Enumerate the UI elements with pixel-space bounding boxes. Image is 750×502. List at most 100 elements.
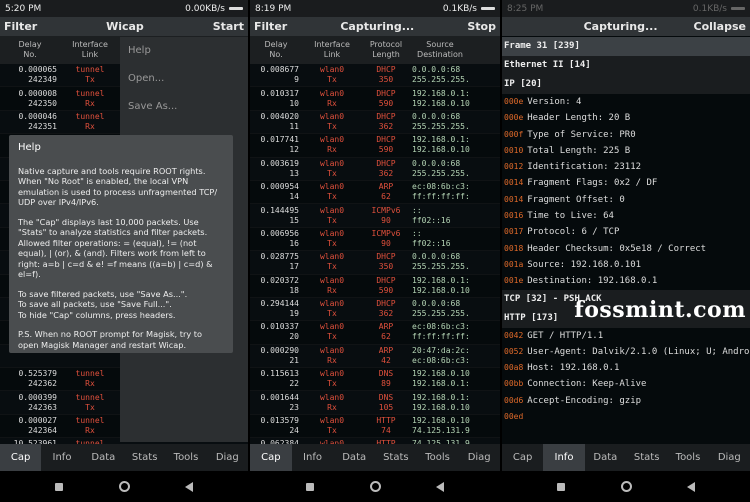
delay-cell: 0.144495 15 — [250, 206, 302, 226]
source-cell-line2: 255.255.255. — [412, 168, 470, 178]
tab-data[interactable]: Data — [83, 444, 124, 471]
filter-button[interactable]: Filter — [254, 20, 287, 33]
back-icon[interactable] — [686, 481, 695, 492]
tab-data[interactable]: Data — [585, 444, 626, 471]
table-row[interactable]: 0.000290 21 wlan0 Rx ARP 42 20:47:da:2c: ec:08:… — [250, 344, 500, 369]
menu-item-help[interactable]: Help — [120, 37, 248, 65]
field-row[interactable]: 0016 Time to Live: 64 — [502, 208, 750, 224]
table-row[interactable]: 0.010337 20 wlan0 Tx ARP 62 ec:08:6b:c3: ff:ff:… — [250, 321, 500, 345]
tab-info[interactable]: Info — [41, 444, 82, 471]
filter-button[interactable]: Filter — [4, 20, 37, 33]
start-button[interactable]: Start — [213, 20, 244, 33]
stop-button[interactable]: Stop — [467, 20, 496, 33]
table-row[interactable]: 0.115613 22 wlan0 Tx DNS 89 192.168.0.10 192.16… — [250, 368, 500, 392]
field-row[interactable]: 0017 Protocol: 6 / TCP — [502, 224, 750, 240]
recents-icon[interactable] — [55, 482, 64, 491]
tab-tools[interactable]: Tools — [165, 444, 206, 471]
table-row[interactable]: 0.017741 12 wlan0 Rx DHCP 590 192.168.0.1: 192.… — [250, 134, 500, 158]
recents-icon[interactable] — [557, 482, 566, 491]
tab-info[interactable]: Info — [543, 444, 585, 471]
menu-item-save-as[interactable]: Save As... — [120, 93, 248, 121]
interface-cell-line1: wlan0 — [319, 228, 345, 238]
tab-diag[interactable]: Diag — [207, 444, 248, 471]
home-icon[interactable] — [620, 481, 632, 492]
tab-stats[interactable]: Stats — [626, 444, 667, 471]
field-row[interactable]: 0042 GET / HTTP/1.1 — [502, 328, 750, 344]
interface-header[interactable]: Interface Link — [302, 40, 362, 60]
tab-stats[interactable]: Stats — [375, 444, 417, 471]
field-row[interactable]: 000e Header Length: 20 B — [502, 110, 750, 126]
table-row[interactable]: 0.010317 10 wlan0 Rx DHCP 590 192.168.0.1: 192.… — [250, 87, 500, 111]
collapse-button[interactable]: Collapse — [694, 20, 746, 33]
tab-cap[interactable]: Cap — [0, 444, 42, 471]
tab-stats[interactable]: Stats — [124, 444, 165, 471]
tab-info[interactable]: Info — [292, 444, 334, 471]
section-header[interactable]: IP [20] — [502, 75, 750, 94]
tab-data[interactable]: Data — [333, 444, 375, 471]
table-row[interactable]: 0.004020 11 wlan0 Tx DHCP 362 0.0.0.0:68 255.25… — [250, 110, 500, 135]
interface-cell-line1: wlan0 — [319, 369, 345, 379]
source-cell: :: ff02::16 — [410, 229, 470, 249]
back-icon[interactable] — [184, 481, 193, 492]
tab-tools[interactable]: Tools — [667, 444, 708, 471]
field-row[interactable]: 0018 Header Checksum: 0x5e18 / Correct — [502, 241, 750, 257]
table-row[interactable]: 0.013579 24 wlan0 Tx HTTP 74 192.168.0.10 74.12… — [250, 415, 500, 439]
source-cell-line1: :: — [412, 228, 422, 238]
field-row[interactable]: 00ed — [502, 409, 750, 425]
field-row[interactable]: 0014 Fragment Offset: 0 — [502, 192, 750, 208]
capture-status: Capturing... — [583, 20, 658, 33]
packet-list[interactable]: 0.008677 9 wlan0 Tx DHCP 350 0.0.0.0:68 255.255… — [250, 64, 500, 444]
delay-cell-line1: 0.003619 — [260, 158, 299, 168]
tab-tools[interactable]: Tools — [417, 444, 459, 471]
section-header[interactable]: Frame 31 [239] — [502, 37, 750, 56]
table-row[interactable]: 0.001644 23 wlan0 Rx DNS 105 192.168.0.1: 192.1… — [250, 391, 500, 415]
field-row[interactable]: 001a Source: 192.168.0.101 — [502, 257, 750, 273]
table-row[interactable]: 0.006956 16 wlan0 Tx ICMPv6 90:: ff02::16 — [250, 228, 500, 252]
interface-cell-line1: wlan0 — [319, 322, 345, 332]
section-header[interactable]: Ethernet II [14] — [502, 56, 750, 75]
tab-diag[interactable]: Diag — [709, 444, 750, 471]
field-row[interactable]: 0052 User-Agent: Dalvik/2.1.0 (Linux; U; … — [502, 344, 750, 360]
field-row[interactable]: 0014 Fragment Flags: 0x2 / DF — [502, 175, 750, 191]
home-icon[interactable] — [118, 481, 130, 492]
delay-cell: 0.008677 9 — [250, 65, 302, 85]
tab-cap[interactable]: Cap — [502, 444, 543, 471]
table-row[interactable]: 0.008677 9 wlan0 Tx DHCP 350 0.0.0.0:68 255.255… — [250, 64, 500, 88]
delay-cell-line1: 0.525379 — [18, 369, 57, 379]
interface-cell-line2: Tx — [85, 75, 95, 85]
source-cell-line1: ec:08:6b:c3: — [412, 182, 470, 192]
source-cell: 192.168.0.10 192.168.0.1: — [410, 369, 470, 389]
delay-cell-line2: 11 — [289, 121, 299, 131]
source-cell: 0.0.0.0:68 255.255.255. — [410, 65, 470, 85]
tab-diag[interactable]: Diag — [458, 444, 500, 471]
field-row[interactable]: 000f Type of Service: PR0 — [502, 127, 750, 143]
field-row[interactable]: 0012 Identification: 23112 — [502, 159, 750, 175]
interface-cell: wlan0 Tx — [302, 369, 362, 389]
table-row[interactable]: 0.144495 15 wlan0 Tx ICMPv6 90:: ff02::16 — [250, 204, 500, 228]
table-row[interactable]: 0.028775 17 wlan0 Tx DHCP 350 0.0.0.0:68 255.25… — [250, 251, 500, 275]
field-row[interactable]: 00a8 Host: 192.168.0.1 — [502, 360, 750, 376]
protocol-cell-line2: 90 — [381, 238, 391, 248]
field-row[interactable]: 00d6 Accept-Encoding: gzip — [502, 393, 750, 409]
menu-item-open[interactable]: Open... — [120, 65, 248, 93]
delay-header[interactable]: Delay No. — [0, 40, 60, 60]
interface-header[interactable]: Interface Link — [60, 40, 120, 60]
protocol-cell-line2: 590 — [378, 285, 394, 295]
packet-detail-tree[interactable]: Frame 31 [239] Ethernet II [14] IP [20] 000… — [502, 37, 750, 444]
field-row[interactable]: 00bb Connection: Keep-Alive — [502, 376, 750, 392]
interface-cell-line1: tunnel — [75, 392, 105, 402]
tab-cap[interactable]: Cap — [250, 444, 292, 471]
home-icon[interactable] — [369, 481, 381, 492]
recents-icon[interactable] — [305, 482, 314, 491]
table-row[interactable]: 0.020372 18 wlan0 Rx DHCP 590 192.168.0.1: 192.… — [250, 275, 500, 298]
delay-header[interactable]: Delay No. — [250, 40, 302, 60]
protocol-header[interactable]: Protocol Length — [362, 40, 410, 60]
table-row[interactable]: 0.294144 19 wlan0 Tx DHCP 362 0.0.0.0:68 255.25… — [250, 297, 500, 322]
back-icon[interactable] — [436, 481, 445, 492]
source-header[interactable]: Source Destination — [410, 40, 470, 60]
field-row[interactable]: 0010 Total Length: 225 B — [502, 143, 750, 159]
field-row[interactable]: 000e Version: 4 — [502, 94, 750, 110]
table-row[interactable]: 0.003619 13 wlan0 Tx DHCP 362 0.0.0.0:68 255.25… — [250, 157, 500, 181]
table-row[interactable]: 0.000954 14 wlan0 Tx ARP 62 ec:08:6b:c3: ff:ff:… — [250, 181, 500, 205]
field-row[interactable]: 001e Destination: 192.168.0.1 — [502, 273, 750, 289]
